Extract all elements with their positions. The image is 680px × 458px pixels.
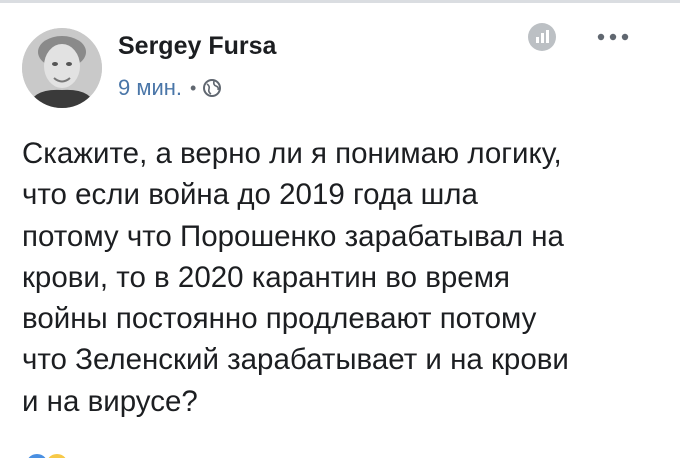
- globe-icon[interactable]: [202, 78, 222, 98]
- post-text-line: потому что Порошенко зарабатывал на: [22, 219, 564, 253]
- meta-separator: •: [190, 77, 197, 98]
- haha-reaction-icon: [44, 452, 70, 458]
- post-timestamp[interactable]: 9 мин.: [118, 75, 182, 101]
- more-options-icon[interactable]: [593, 30, 633, 44]
- author-name[interactable]: Sergey Fursa: [118, 32, 276, 61]
- post-text-line: и на вирусе?: [22, 384, 198, 418]
- post-text-line: крови, то в 2020 карантин во время: [22, 260, 510, 294]
- avatar-photo-icon: [22, 28, 102, 108]
- post-meta: 9 мин. •: [118, 75, 222, 101]
- author-avatar[interactable]: [22, 28, 102, 108]
- post-text-line: что если война до 2019 года шла: [22, 178, 478, 212]
- post-text-line: Скажите, а верно ли я понимаю логику,: [22, 137, 562, 170]
- reaction-icons[interactable]: [24, 452, 84, 458]
- post-text-line: что Зеленский зарабатывает и на крови: [22, 343, 569, 377]
- post-text-line: войны постоянно продлевают потому: [22, 302, 537, 336]
- bar-chart-icon[interactable]: [527, 22, 557, 52]
- facebook-post: Sergey Fursa 9 мин. • Скажите, а верно л…: [0, 0, 680, 458]
- post-text: Скажите, а верно ли я понимаю логику, чт…: [22, 133, 672, 422]
